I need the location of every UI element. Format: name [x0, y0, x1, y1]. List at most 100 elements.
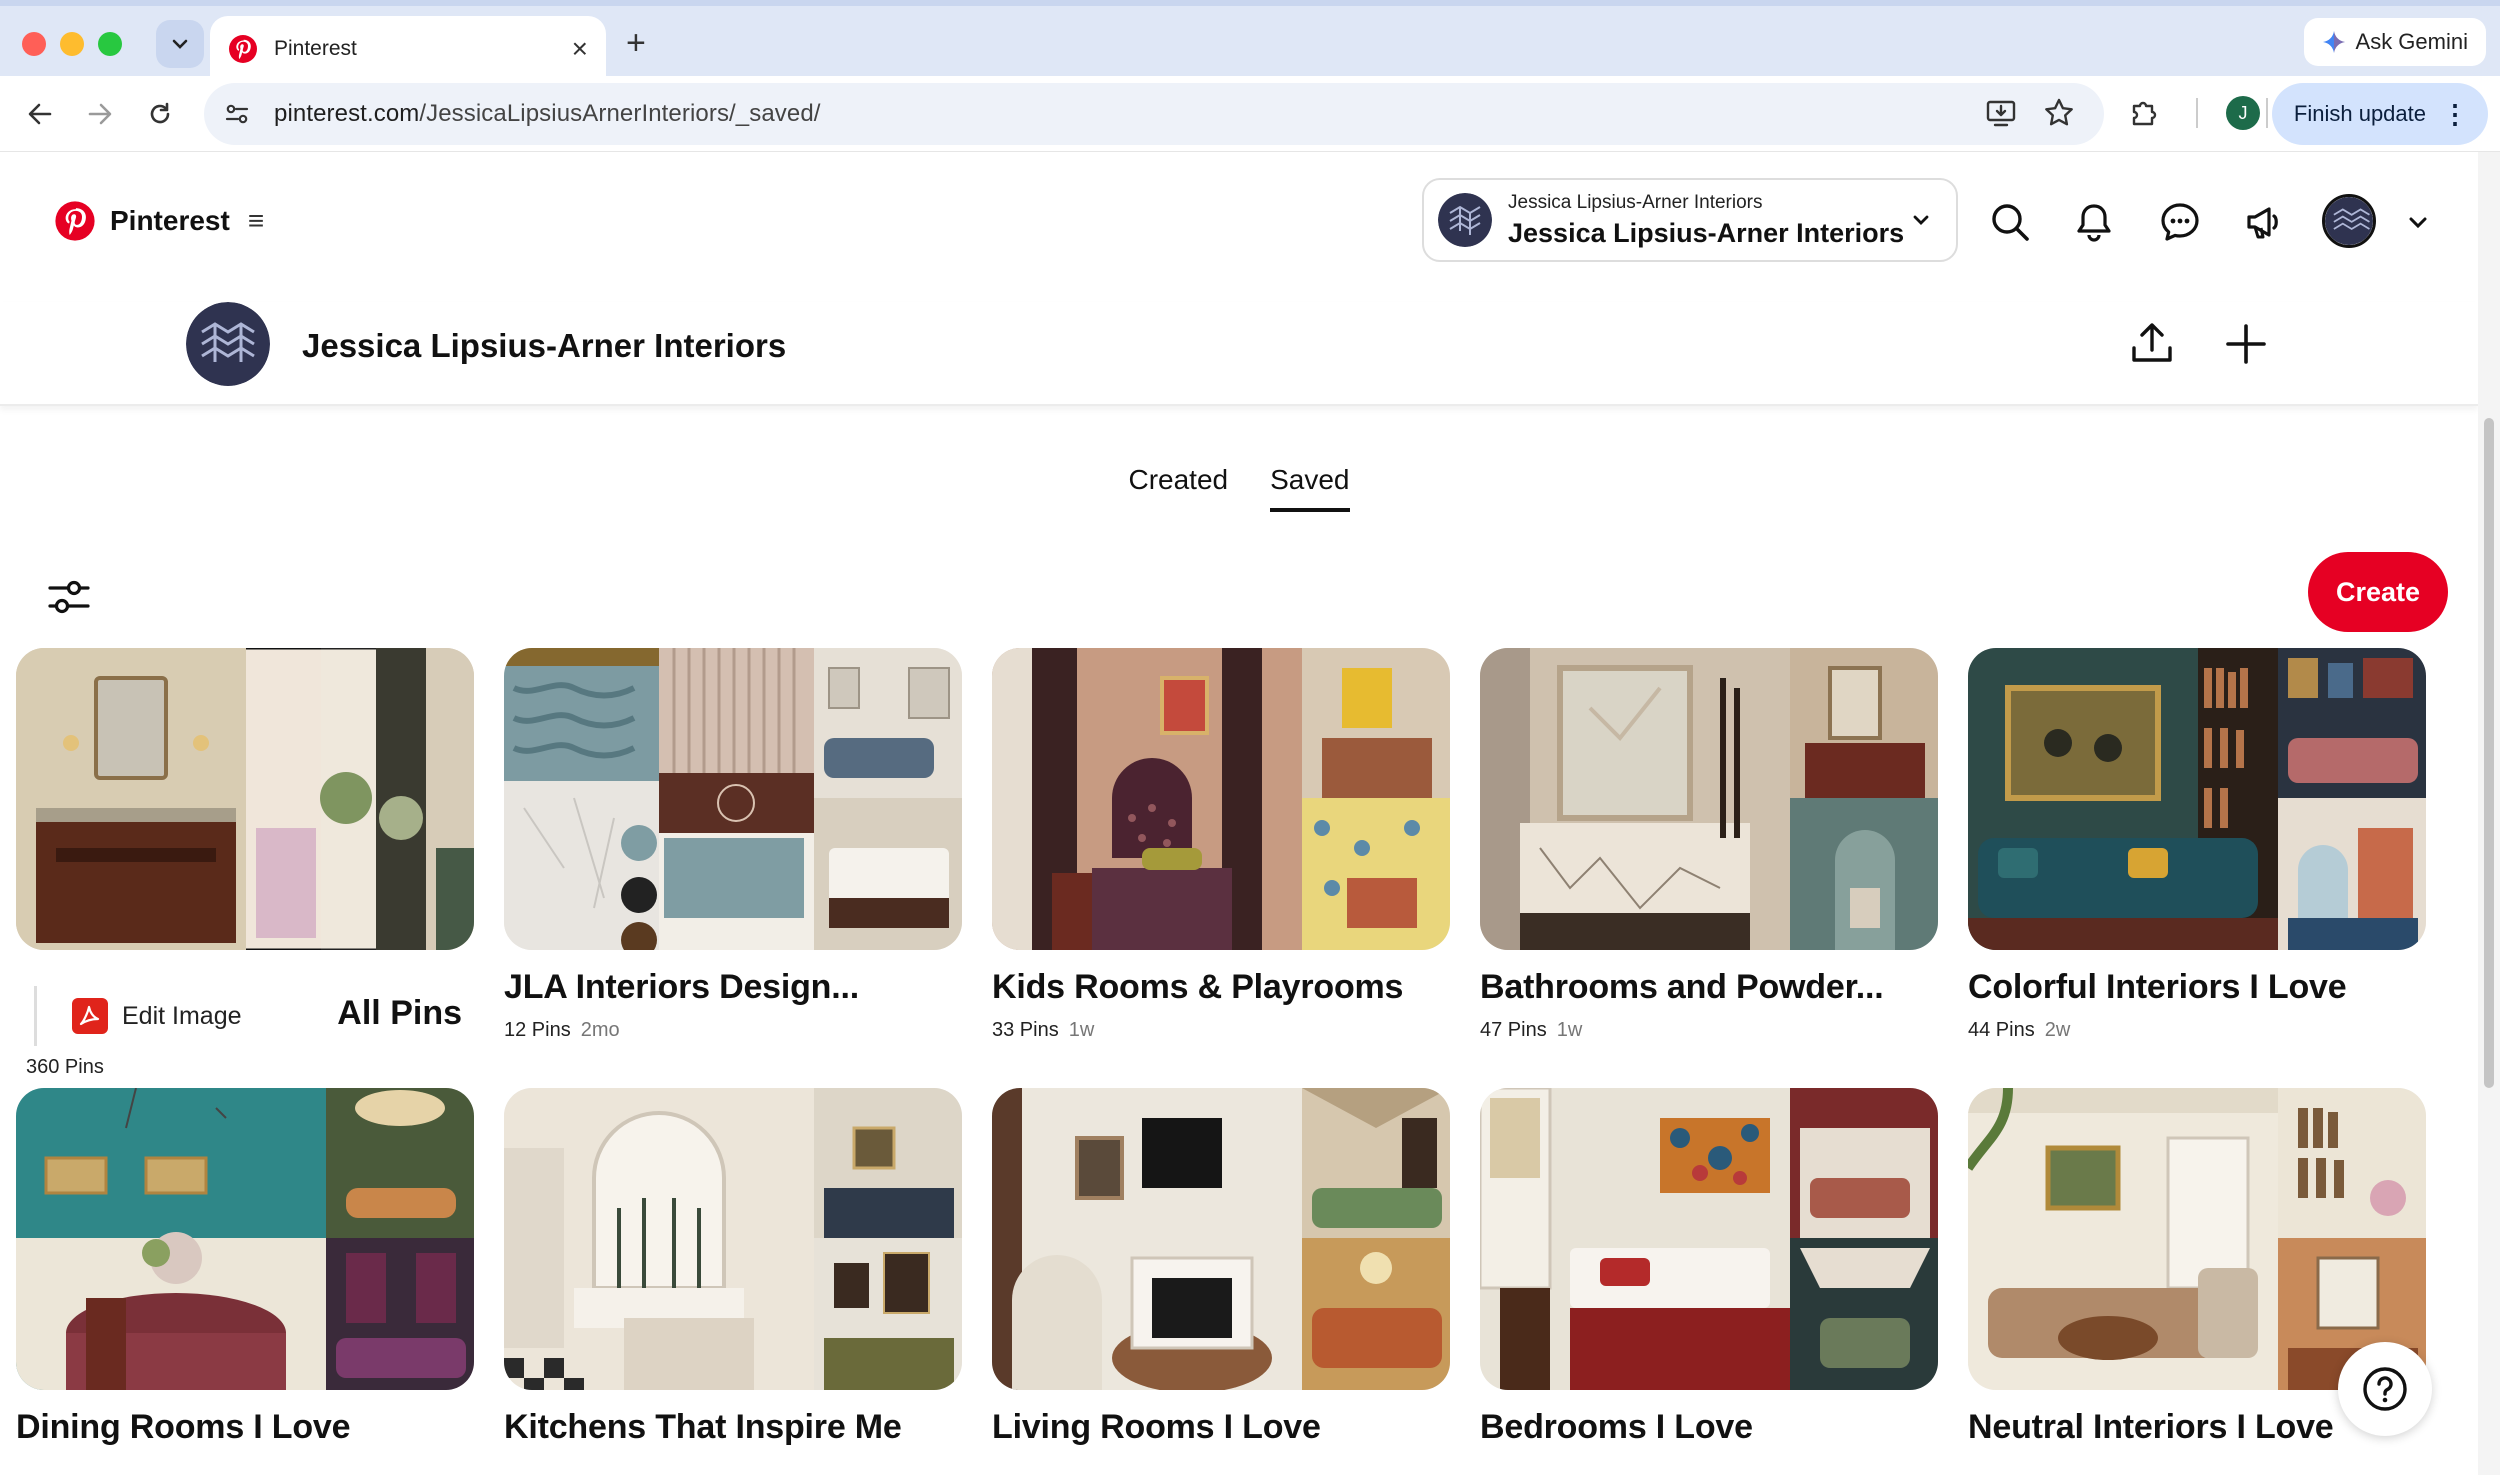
back-button[interactable] — [22, 96, 58, 132]
board-cover — [1480, 1088, 1938, 1390]
address-bar[interactable]: pinterest.com/JessicaLipsiusArnerInterio… — [204, 83, 2104, 145]
profile-tabs: Created Saved — [0, 464, 2478, 512]
board-cover — [1968, 648, 2426, 950]
search-button[interactable] — [1986, 198, 2034, 246]
user-profile-avatar[interactable] — [2322, 194, 2376, 248]
tab-saved[interactable]: Saved — [1270, 464, 1350, 512]
forward-button[interactable] — [82, 96, 118, 132]
new-tab-button[interactable]: + — [626, 26, 646, 60]
edit-image-label: Edit Image — [122, 1001, 242, 1030]
edit-image-button[interactable]: Edit Image — [72, 998, 242, 1034]
scrollbar-thumb[interactable] — [2484, 418, 2494, 1088]
url-path: /JessicaLipsiusArnerInteriors/_saved/ — [419, 100, 821, 127]
board-card[interactable]: Bathrooms and Powder... 47 Pins 1w — [1480, 648, 1938, 1042]
profile-name: Jessica Lipsius-Arner Interiors — [302, 327, 787, 364]
chevron-down-icon — [1913, 215, 1929, 225]
all-pins-footer: Edit Image All Pins — [16, 980, 474, 1046]
maximize-window-button[interactable] — [98, 32, 122, 56]
board-card[interactable]: Kids Rooms & Playrooms 33 Pins 1w — [992, 648, 1450, 1042]
board-card[interactable]: Kitchens That Inspire Me — [504, 1088, 962, 1447]
profile-avatar[interactable] — [186, 302, 270, 386]
board-card[interactable]: Colorful Interiors I Love 44 Pins 2w — [1968, 648, 2426, 1042]
board-age: 2mo — [580, 1019, 620, 1041]
close-window-button[interactable] — [22, 32, 46, 56]
more-vert-icon: ⋮ — [2442, 98, 2468, 129]
tab-search-button[interactable] — [156, 20, 204, 68]
board-cover — [504, 1088, 962, 1390]
help-button[interactable] — [2338, 1342, 2432, 1436]
menu-icon[interactable]: ≡ — [248, 205, 264, 237]
gemini-sparkle-icon — [2322, 31, 2345, 53]
arrow-left-icon — [28, 103, 52, 125]
all-pins-title: All Pins — [337, 994, 462, 1032]
board-cover — [992, 1088, 1450, 1390]
board-meta: 44 Pins 2w — [1968, 1019, 2426, 1042]
reload-icon — [150, 102, 170, 124]
reload-button[interactable] — [142, 96, 178, 132]
board-title: JLA Interiors Design... — [504, 968, 859, 1006]
bookmark-star-button[interactable] — [2042, 96, 2076, 130]
filter-options-button[interactable] — [44, 572, 94, 622]
browser-tabstrip: Pinterest × + Ask Gemini — [0, 0, 2500, 82]
board-cover — [992, 648, 1450, 950]
toolbar-divider — [2266, 98, 2268, 128]
board-title: Kids Rooms & Playrooms — [992, 968, 1404, 1006]
board-card[interactable]: JLA Interiors Design... 12 Pins 2mo — [504, 648, 962, 1042]
board-age: 1w — [1556, 1019, 1583, 1041]
url-host: pinterest.com — [274, 100, 420, 127]
updates-button[interactable] — [2240, 198, 2288, 246]
board-title: Kitchens That Inspire Me — [504, 1408, 902, 1446]
ask-gemini-button[interactable]: Ask Gemini — [2303, 18, 2486, 66]
board-card[interactable]: Dining Rooms I Love — [16, 1088, 474, 1447]
browser-profile-avatar[interactable]: J — [2226, 96, 2260, 130]
board-card[interactable]: Living Rooms I Love — [992, 1088, 1450, 1447]
search-icon — [1992, 204, 2029, 241]
board-meta: 12 Pins 2mo — [504, 1019, 962, 1042]
site-info-icon[interactable] — [222, 99, 252, 129]
board-title: Dining Rooms I Love — [16, 1408, 351, 1446]
board-pin-count: 33 Pins — [992, 1019, 1059, 1041]
account-switcher[interactable]: Jessica Lipsius-Arner Interiors Jessica … — [1422, 178, 1958, 262]
board-title: Colorful Interiors I Love — [1968, 968, 2347, 1006]
create-button[interactable]: Create — [2308, 552, 2448, 632]
megaphone-icon — [2247, 207, 2278, 239]
all-pins-board[interactable] — [16, 648, 474, 950]
tab-created[interactable]: Created — [1128, 464, 1228, 512]
account-name: Jessica Lipsius-Arner Interiors — [1508, 217, 1905, 248]
messages-button[interactable] — [2156, 198, 2204, 246]
share-profile-button[interactable] — [2128, 320, 2176, 368]
all-pins-count: 360 Pins — [26, 1056, 104, 1078]
install-app-button[interactable] — [1984, 96, 2018, 130]
board-title: Bathrooms and Powder... — [1480, 968, 1884, 1006]
toolbar-divider — [2196, 98, 2198, 128]
account-avatar — [1438, 193, 1492, 247]
browser-toolbar: pinterest.com/JessicaLipsiusArnerInterio… — [0, 76, 2500, 152]
board-card[interactable]: Bedrooms I Love — [1480, 1088, 1938, 1447]
add-button[interactable] — [2222, 320, 2270, 368]
account-text: Jessica Lipsius-Arner Interiors Jessica … — [1508, 192, 1910, 249]
board-cover — [1968, 1088, 2426, 1390]
page-scrollbar[interactable] — [2478, 152, 2500, 1475]
close-tab-icon[interactable]: × — [572, 35, 588, 63]
pinterest-home-link[interactable]: Pinterest ≡ — [54, 200, 264, 242]
board-pin-count: 47 Pins — [1480, 1019, 1547, 1041]
accounts-chevron-icon[interactable] — [2406, 210, 2430, 234]
profile-initial: J — [2238, 102, 2248, 123]
board-age: 1w — [1068, 1019, 1095, 1041]
pinterest-page: Pinterest ≡ Jessica Lipsius-Arner Interi… — [0, 152, 2478, 1475]
board-age: 2w — [2044, 1019, 2071, 1041]
tab-title: Pinterest — [274, 37, 357, 60]
pinterest-wordmark: Pinterest — [110, 205, 230, 236]
arrow-right-icon — [88, 103, 112, 125]
minimize-window-button[interactable] — [60, 32, 84, 56]
browser-tab-pinterest[interactable]: Pinterest × — [210, 16, 606, 82]
board-meta: 33 Pins 1w — [992, 1019, 1450, 1042]
pinterest-logo-icon — [55, 201, 95, 241]
finish-update-button[interactable]: Finish update ⋮ — [2271, 83, 2488, 145]
board-cover — [504, 648, 962, 950]
extensions-button[interactable] — [2128, 96, 2162, 130]
plus-icon — [2226, 324, 2266, 364]
notifications-button[interactable] — [2070, 198, 2118, 246]
account-small-name: Jessica Lipsius-Arner Interiors — [1508, 191, 1763, 213]
board-title: Bedrooms I Love — [1480, 1408, 1753, 1446]
